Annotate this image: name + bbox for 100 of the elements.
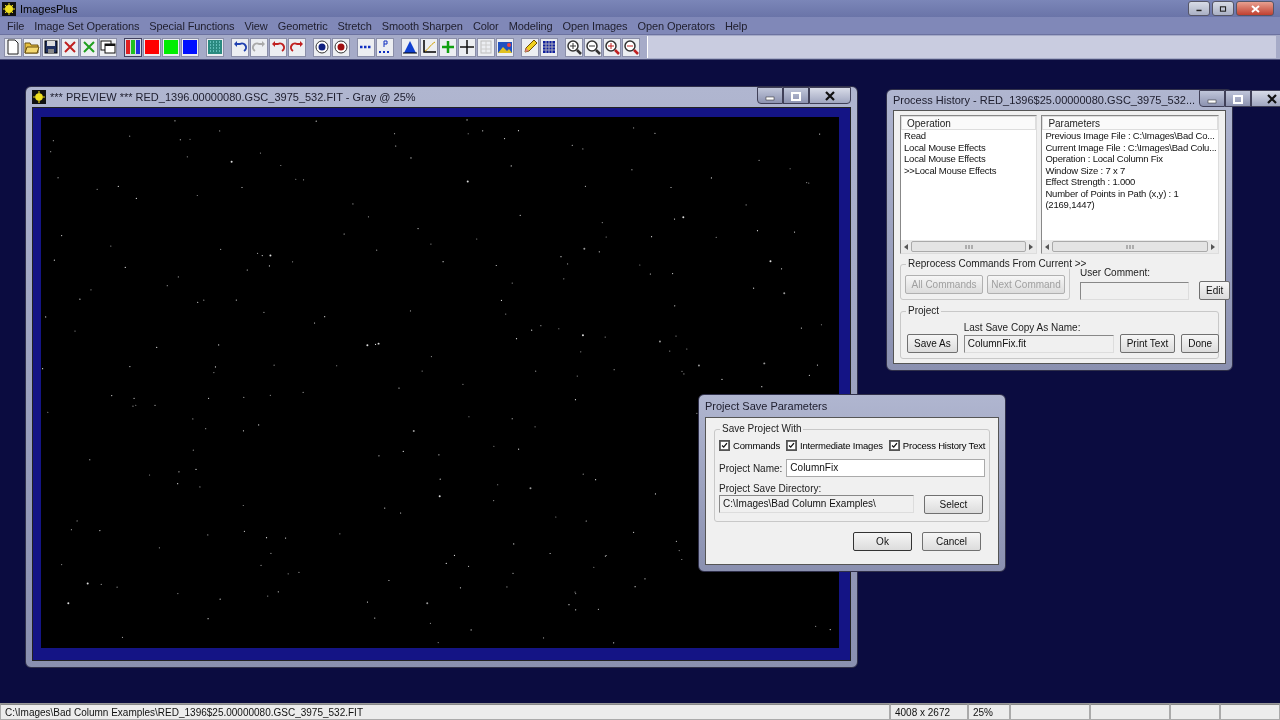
windows-drawing [100, 39, 116, 55]
curve-axis-icon[interactable] [420, 37, 438, 57]
list-item[interactable]: Local Mouse Effects [901, 153, 1037, 165]
dotted-grid-icon[interactable] [206, 37, 224, 57]
status-dimensions: 4008 x 2672 [890, 704, 968, 720]
maximize-icon [1232, 93, 1245, 104]
color-square-icon[interactable] [181, 37, 199, 57]
list-item[interactable]: Read [901, 130, 1037, 142]
menu-item[interactable]: View [239, 19, 273, 32]
print-text-button[interactable]: Print Text [1119, 334, 1176, 353]
menu-item[interactable]: Open Images [557, 19, 633, 32]
checkbox[interactable]: Process History Text [888, 440, 986, 451]
project-name-field[interactable]: ColumnFix [786, 459, 985, 477]
maximize-button[interactable] [1225, 90, 1252, 107]
windows-icon[interactable] [99, 37, 117, 57]
ok-button[interactable]: Ok [853, 532, 912, 551]
open-folder-icon[interactable] [23, 37, 41, 57]
new-document-icon[interactable] [4, 37, 22, 57]
crosshair-drawing [459, 39, 475, 55]
group-label: Save Project With [720, 423, 804, 434]
undo-icon[interactable] [269, 37, 287, 57]
minimize-button[interactable] [1188, 1, 1210, 16]
dotted-grid-drawing [207, 39, 223, 55]
menu-item[interactable]: Help [719, 19, 753, 32]
pencil-drawing [522, 39, 538, 55]
menu-item[interactable]: Geometric [272, 19, 333, 32]
column-header[interactable]: Operation [901, 116, 1037, 130]
color-square-icon[interactable] [162, 37, 180, 57]
list-item[interactable]: (2169,1447) [1042, 199, 1218, 211]
scrollbar-thumb[interactable] [1052, 241, 1208, 252]
color-square-icon[interactable] [143, 37, 161, 57]
close-button[interactable] [809, 87, 851, 104]
menu-item[interactable]: Smooth Sharpen [376, 19, 468, 32]
crosshair-icon[interactable] [458, 37, 476, 57]
maximize-button[interactable] [1212, 1, 1234, 16]
edit-button[interactable]: Edit [1199, 281, 1231, 300]
cross-drawing [62, 39, 78, 55]
open-folder-drawing [24, 39, 40, 55]
comment-field[interactable] [1080, 282, 1189, 300]
menu-item[interactable]: Special Functions [144, 19, 240, 32]
horizontal-scrollbar[interactable] [1042, 240, 1218, 253]
tick-box[interactable] [888, 440, 900, 451]
redo-icon[interactable] [288, 37, 306, 57]
list-item[interactable]: Number of Points in Path (x,y) : 1 [1042, 187, 1218, 199]
menu-item[interactable]: Stretch [332, 19, 377, 32]
color-square-drawing [182, 39, 198, 55]
pencil-icon[interactable] [521, 37, 539, 57]
zoom-in-icon[interactable] [565, 37, 583, 57]
save-as-button[interactable]: Save As [907, 334, 958, 353]
select-button[interactable]: Select [924, 495, 983, 514]
menu-item[interactable]: File [2, 19, 30, 32]
horizontal-scrollbar[interactable] [901, 240, 1037, 253]
grid-drawing [478, 39, 494, 55]
field-label: Project Save Directory: [719, 483, 823, 494]
zoom-out-icon[interactable] [584, 37, 602, 57]
list-item[interactable]: Effect Strength : 1.000 [1042, 176, 1218, 188]
checkbox[interactable]: Commands [719, 440, 780, 451]
color-square-drawing [144, 39, 160, 55]
field-label: Last Save Copy As Name: [963, 322, 1082, 333]
list-item[interactable]: Local Mouse Effects [901, 141, 1037, 153]
tick-box[interactable] [786, 440, 797, 451]
list-item[interactable]: >>Local Mouse Effects [901, 164, 1037, 176]
list-item[interactable]: Operation : Local Column Fix [1042, 153, 1218, 165]
file-name-field[interactable]: ColumnFix.fit [963, 335, 1114, 353]
menu-item[interactable]: Color [467, 19, 504, 32]
zoom-out-icon[interactable] [622, 37, 640, 57]
cancel-button[interactable]: Cancel [922, 532, 981, 551]
cross-icon[interactable] [61, 37, 79, 57]
grid-icon[interactable] [540, 37, 558, 57]
dotted-p-icon[interactable] [376, 37, 394, 57]
picture-icon[interactable] [496, 37, 514, 57]
app-logo-icon [32, 90, 46, 105]
redo-drawing [289, 39, 305, 55]
directory-field[interactable]: C:\Images\Bad Column Examples\ [719, 495, 914, 513]
done-button[interactable]: Done [1181, 334, 1220, 353]
undo-icon[interactable] [231, 37, 249, 57]
minimize-button[interactable] [1199, 90, 1226, 107]
triangle-drawing [402, 39, 418, 55]
window-title: *** PREVIEW *** RED_1396.00000080.GSC_3975_532.FIT - Gray @ 25% [50, 91, 417, 104]
undo-drawing [232, 39, 248, 55]
close-button[interactable] [1236, 1, 1274, 16]
menu-item[interactable]: Modeling [503, 19, 558, 32]
list-item[interactable]: Previous Image File : C:\Images\Bad Co... [1042, 130, 1218, 142]
zoom-in-icon[interactable] [603, 37, 621, 57]
list-item[interactable]: Window Size : 7 x 7 [1042, 164, 1218, 176]
circle-dot-drawing [333, 39, 349, 55]
minimize-button[interactable] [757, 87, 783, 104]
right-arrow-icon [1028, 242, 1035, 251]
app-title: ImagesPlus [20, 2, 79, 15]
rgb-bars-icon[interactable] [124, 37, 142, 57]
menu-item[interactable]: Open Operators [632, 19, 720, 32]
tick-box[interactable] [719, 440, 730, 451]
maximize-button[interactable] [783, 87, 809, 104]
maximize-icon [1219, 3, 1227, 14]
menu-item[interactable]: Image Set Operations [29, 19, 145, 32]
scrollbar-thumb[interactable] [911, 241, 1027, 252]
checkbox[interactable]: Intermediate Images [786, 440, 883, 451]
grid-drawing [541, 39, 557, 55]
list-item[interactable]: Current Image File : C:\Images\Bad Colu... [1042, 141, 1218, 153]
column-header[interactable]: Parameters [1042, 116, 1218, 130]
